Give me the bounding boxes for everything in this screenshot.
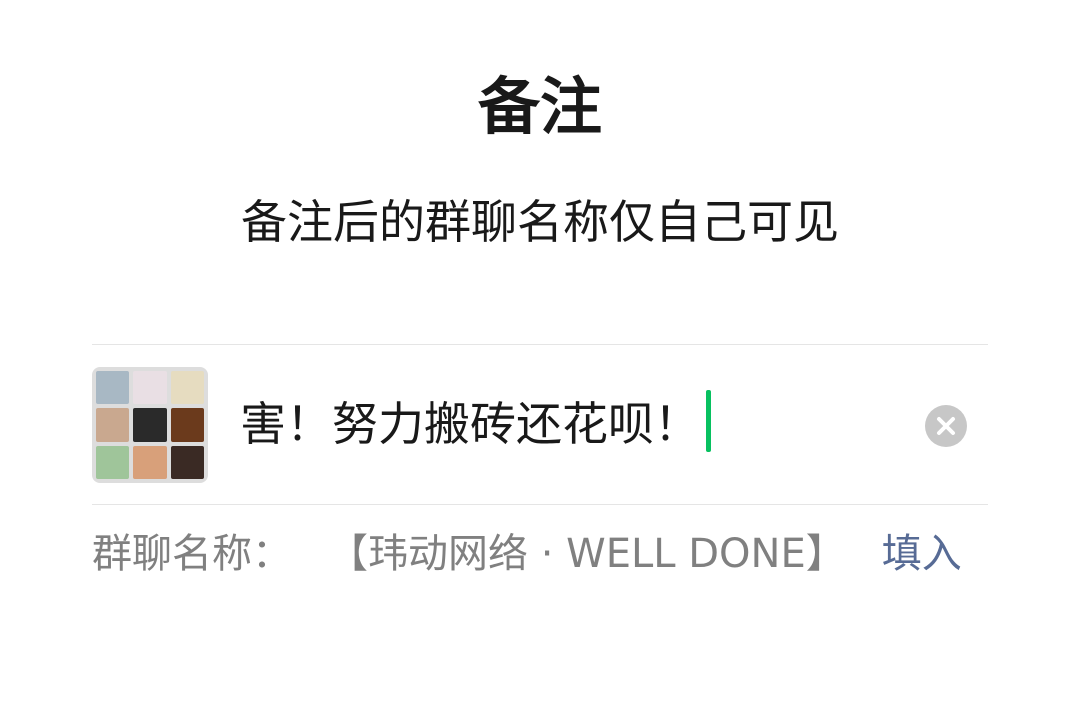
- avatar-tile: [133, 445, 167, 479]
- avatar-tile: [170, 371, 204, 405]
- group-name-row: 群聊名称： 【玮动网络 · WELL DONE】 填入: [92, 522, 962, 586]
- avatar-tile: [96, 445, 130, 479]
- avatar-tile: [96, 371, 130, 405]
- avatar-tile: [170, 408, 204, 442]
- divider-bottom: [92, 504, 988, 505]
- remark-input-value[interactable]: 害！努力搬砖还花呗！: [240, 386, 700, 462]
- fill-in-link[interactable]: 填入: [882, 522, 962, 586]
- group-name-label: 群聊名称：: [92, 531, 292, 577]
- avatar-tile: [96, 408, 130, 442]
- avatar-tile: [170, 445, 204, 479]
- page-subtitle: 备注后的群聊名称仅自己可见: [241, 195, 839, 249]
- divider-top: [92, 344, 988, 345]
- avatar-tile: [133, 371, 167, 405]
- group-avatar: [92, 367, 208, 483]
- avatar-tile: [133, 408, 167, 442]
- remark-input[interactable]: 害！努力搬砖还花呗！: [240, 386, 900, 462]
- page-title: 备注: [477, 70, 602, 143]
- text-caret: [706, 390, 711, 452]
- clear-icon[interactable]: [925, 405, 967, 447]
- clear-input-button[interactable]: [925, 405, 967, 447]
- group-name-value: 【玮动网络 · WELL DONE】: [328, 531, 846, 577]
